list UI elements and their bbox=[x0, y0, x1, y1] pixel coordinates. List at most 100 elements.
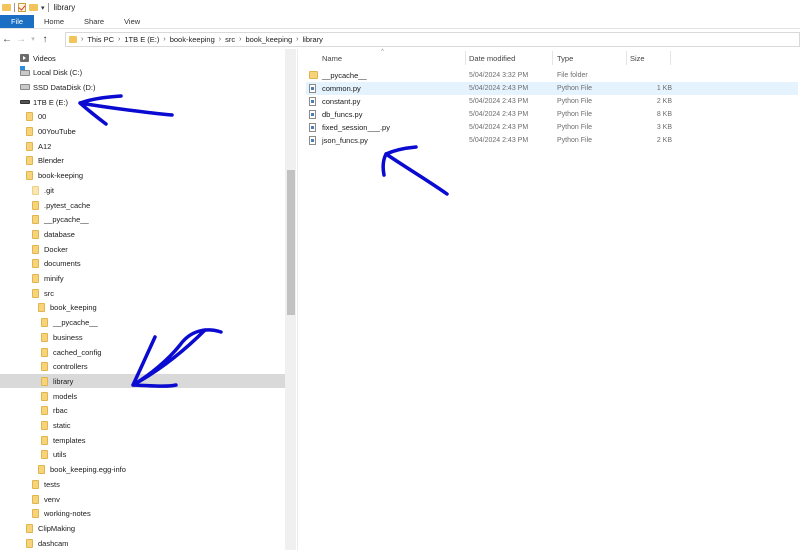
nav-tree-item[interactable]: models bbox=[0, 389, 285, 403]
nav-tree-item[interactable]: book_keeping bbox=[0, 301, 285, 315]
nav-tree-item[interactable]: tests bbox=[0, 477, 285, 491]
nav-tree-item[interactable]: 00YouTube bbox=[0, 125, 285, 139]
file-name: db_funcs.py bbox=[322, 110, 363, 119]
nav-tree-item[interactable]: cached_config bbox=[0, 345, 285, 359]
column-divider[interactable] bbox=[465, 51, 466, 65]
nav-tree-item[interactable]: .pytest_cache bbox=[0, 198, 285, 212]
nav-tree-item[interactable]: book-keeping bbox=[0, 169, 285, 183]
nav-tree-item[interactable]: Videos bbox=[0, 51, 285, 65]
nav-tree-label: Blender bbox=[38, 156, 64, 166]
nav-tree-item[interactable]: documents bbox=[0, 257, 285, 271]
nav-scrollbar-thumb[interactable] bbox=[287, 170, 295, 315]
forward-arrow-icon[interactable]: → bbox=[14, 34, 28, 45]
file-row[interactable]: constant.py 5/04/2024 2:43 PM Python File 2… bbox=[306, 95, 798, 108]
file-date: 5/04/2024 3:32 PM bbox=[469, 72, 529, 79]
nav-tree-item[interactable]: Blender bbox=[0, 154, 285, 168]
file-row[interactable]: __pycache__ 5/04/2024 3:32 PM File folder bbox=[306, 69, 798, 82]
nav-tree-item[interactable]: dashcam bbox=[0, 536, 285, 550]
folder-icon bbox=[26, 141, 33, 151]
folder-icon bbox=[26, 171, 33, 181]
breadcrumb-book-keeping-pkg[interactable]: book_keeping bbox=[245, 35, 292, 44]
column-header-name[interactable]: Name bbox=[322, 49, 342, 67]
nav-tree-item[interactable]: 1TB E (E:) bbox=[0, 95, 285, 109]
file-size: 2 KB bbox=[656, 137, 672, 144]
address-bar-row: ← → ▾ ↑ › This PC › 1TB E (E:) › book-ke… bbox=[0, 30, 800, 48]
nav-tree-item[interactable]: .git bbox=[0, 183, 285, 197]
nav-tree-item[interactable]: controllers bbox=[0, 360, 285, 374]
nav-tree-label: minify bbox=[44, 274, 64, 283]
up-arrow-icon[interactable]: ↑ bbox=[38, 34, 52, 45]
nav-tree-item[interactable]: rbac bbox=[0, 404, 285, 418]
nav-tree-item[interactable]: __pycache__ bbox=[0, 213, 285, 227]
nav-tree-label: __pycache__ bbox=[44, 215, 89, 225]
chevron-down-icon[interactable]: ▾ bbox=[41, 4, 45, 12]
chevron-right-icon[interactable]: › bbox=[296, 36, 298, 43]
nav-tree-item[interactable]: minify bbox=[0, 272, 285, 286]
folder-icon bbox=[41, 347, 48, 357]
file-date: 5/04/2024 2:43 PM bbox=[469, 85, 529, 92]
nav-tree-label: models bbox=[53, 391, 78, 401]
tab-file[interactable]: File bbox=[0, 15, 34, 28]
nav-tree-item[interactable]: Docker bbox=[0, 242, 285, 256]
file-date: 5/04/2024 2:43 PM bbox=[469, 124, 529, 131]
breadcrumb-library[interactable]: library bbox=[303, 35, 323, 44]
column-header-size[interactable]: Size bbox=[630, 49, 645, 67]
file-name: constant.py bbox=[322, 97, 361, 106]
back-arrow-icon[interactable]: ← bbox=[0, 34, 14, 45]
nav-tree-label: book_keeping bbox=[50, 303, 97, 313]
tab-home[interactable]: Home bbox=[34, 15, 74, 28]
properties-icon[interactable] bbox=[18, 3, 26, 12]
nav-tree-item[interactable]: business bbox=[0, 330, 285, 344]
nav-tree-item[interactable]: 00 bbox=[0, 110, 285, 124]
file-row[interactable]: db_funcs.py 5/04/2024 2:43 PM Python File 8… bbox=[306, 108, 798, 121]
toolbar-divider bbox=[47, 3, 49, 12]
new-folder-icon[interactable] bbox=[29, 4, 38, 11]
python-file-icon bbox=[309, 84, 316, 93]
tab-view[interactable]: View bbox=[114, 15, 150, 28]
chevron-right-icon[interactable]: › bbox=[163, 36, 165, 43]
nav-tree-label: business bbox=[53, 332, 83, 342]
column-divider[interactable] bbox=[552, 51, 553, 65]
column-divider[interactable] bbox=[626, 51, 627, 65]
breadcrumb-book-keeping[interactable]: book-keeping bbox=[170, 35, 215, 44]
chevron-right-icon[interactable]: › bbox=[219, 36, 221, 43]
sort-caret-icon: ^ bbox=[381, 49, 384, 55]
nav-tree-item[interactable]: ClipMaking bbox=[0, 521, 285, 535]
file-row[interactable]: json_funcs.py 5/04/2024 2:43 PM Python Fil… bbox=[306, 134, 798, 147]
breadcrumb-drive[interactable]: 1TB E (E:) bbox=[124, 35, 159, 44]
address-bar[interactable]: › This PC › 1TB E (E:) › book-keeping › … bbox=[65, 32, 800, 47]
file-row[interactable]: common.py 5/04/2024 2:43 PM Python File 1 K… bbox=[306, 82, 798, 95]
nav-tree-item[interactable]: library bbox=[0, 374, 285, 389]
nav-tree-item[interactable]: static bbox=[0, 419, 285, 433]
file-size: 1 KB bbox=[656, 85, 672, 92]
nav-tree-item[interactable]: __pycache__ bbox=[0, 316, 285, 330]
chevron-right-icon[interactable]: › bbox=[81, 36, 83, 43]
column-divider[interactable] bbox=[670, 51, 671, 65]
nav-tree-item[interactable]: working-notes bbox=[0, 507, 285, 521]
file-row[interactable]: fixed_session___.py 5/04/2024 2:43 PM Pyth… bbox=[306, 121, 798, 134]
nav-tree-item[interactable]: A12 bbox=[0, 139, 285, 153]
folder-icon bbox=[309, 71, 318, 79]
breadcrumb-this-pc[interactable]: This PC bbox=[87, 35, 114, 44]
nav-tree-item[interactable]: book_keeping.egg-info bbox=[0, 463, 285, 477]
nav-tree-item[interactable]: venv bbox=[0, 492, 285, 506]
chevron-right-icon[interactable]: › bbox=[118, 36, 120, 43]
windows-drive-icon bbox=[20, 65, 30, 76]
column-header-date[interactable]: Date modified bbox=[469, 49, 515, 67]
nav-tree-item[interactable]: src bbox=[0, 286, 285, 300]
nav-tree-item[interactable]: templates bbox=[0, 433, 285, 447]
nav-tree-item[interactable]: Local Disk (C:) bbox=[0, 65, 285, 80]
nav-tree-item[interactable]: database bbox=[0, 227, 285, 241]
nav-tree-label: templates bbox=[53, 435, 86, 445]
column-header-type[interactable]: Type bbox=[557, 49, 573, 67]
title-bar: ▾ library bbox=[0, 0, 800, 15]
nav-tree-label: __pycache__ bbox=[53, 318, 98, 328]
nav-tree-label: 00 bbox=[38, 112, 47, 122]
folder-icon bbox=[69, 36, 77, 43]
chevron-right-icon[interactable]: › bbox=[239, 36, 241, 43]
recent-chevron-icon[interactable]: ▾ bbox=[28, 35, 38, 43]
nav-tree-item[interactable]: utils bbox=[0, 448, 285, 462]
breadcrumb-src[interactable]: src bbox=[225, 35, 235, 44]
nav-tree-item[interactable]: SSD DataDisk (D:) bbox=[0, 80, 285, 94]
tab-share[interactable]: Share bbox=[74, 15, 114, 28]
